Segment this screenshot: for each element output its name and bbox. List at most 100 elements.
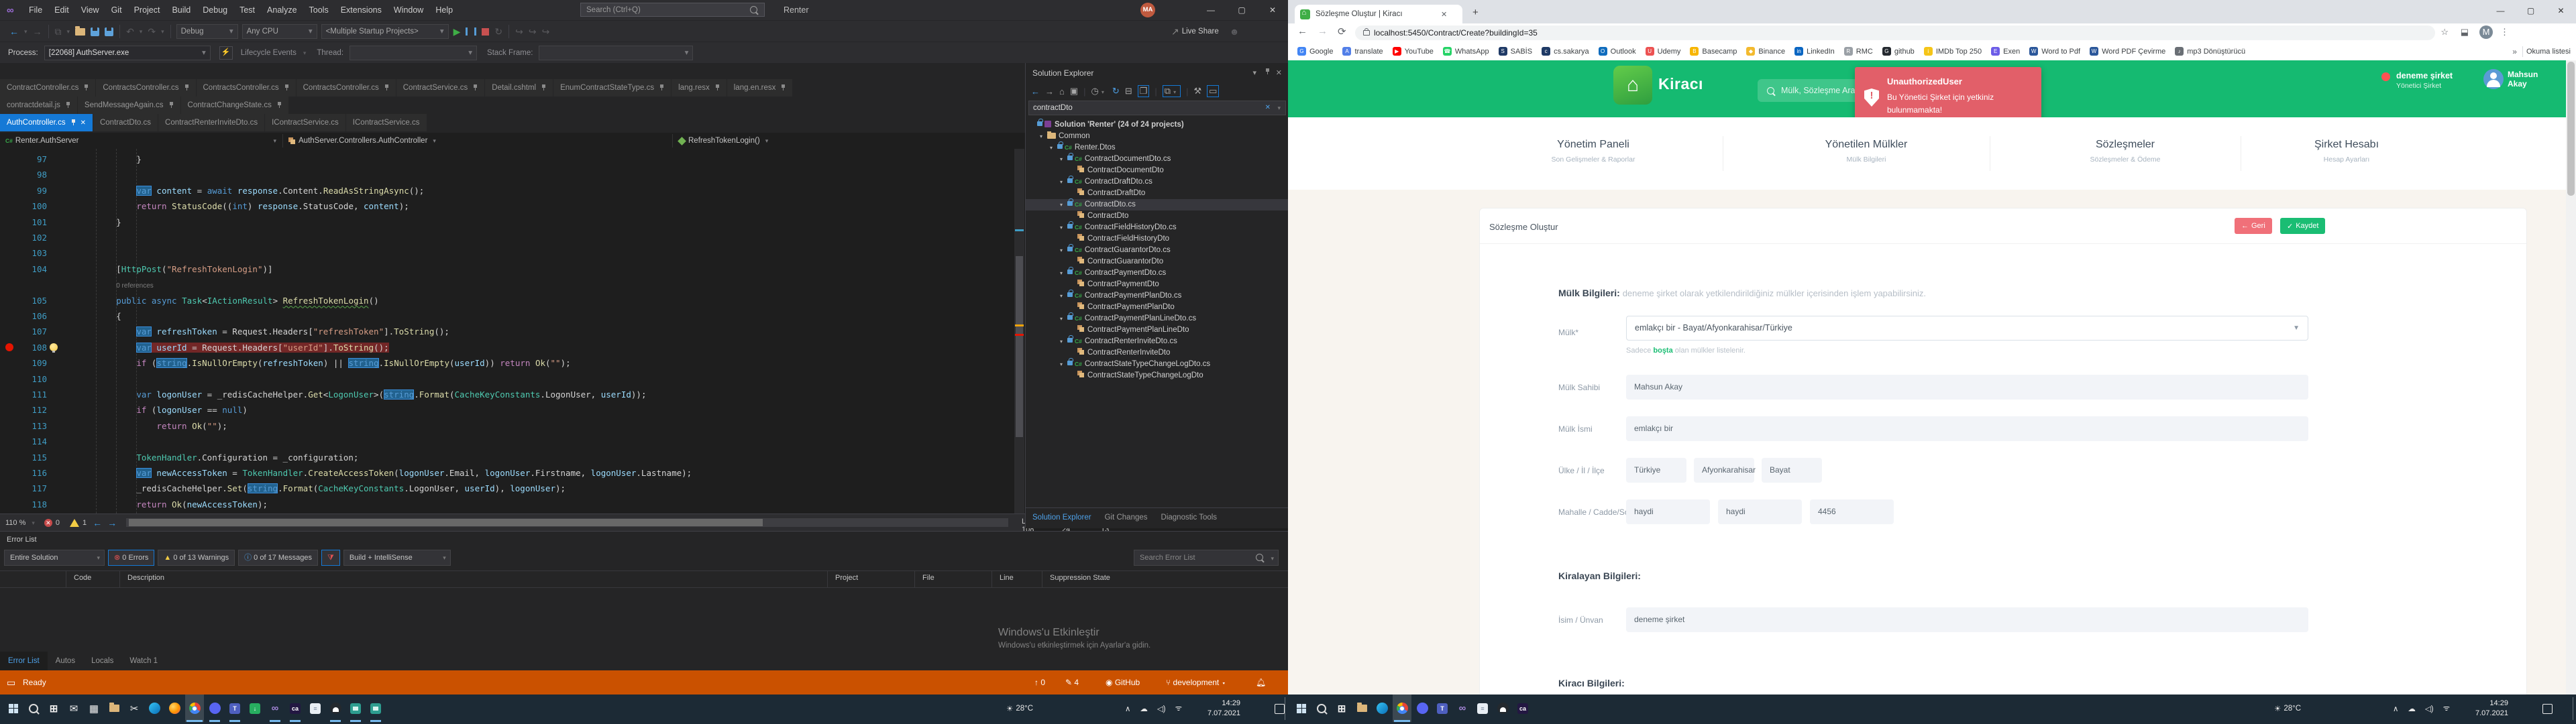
taskbar-snip-icon[interactable]: ✂ [125,695,144,722]
lifecycle-events-icon[interactable]: ⚡ [219,46,233,60]
breadcrumb-type[interactable]: AuthServer.Controllers.AuthController ▾ [288,133,436,149]
field-input-İsim / Ünvan[interactable]: deneme şirket [1626,607,2308,632]
column-header-Line[interactable]: Line [1000,574,1014,582]
pin-icon[interactable] [276,102,282,109]
tree-item-ContractGuarantorDto[interactable]: ContractGuarantorDto [1026,256,1289,267]
tree-item-ContractFieldHistoryDto.cs[interactable]: ▾C#ContractFieldHistoryDto.cs [1026,222,1289,233]
tree-item-ContractPaymentPlanLineDto[interactable]: ContractPaymentPlanLineDto [1026,324,1289,336]
se-home-icon[interactable]: ⌂ [1059,86,1065,97]
reload-icon[interactable]: ⟳ [1338,25,1346,38]
maximize-icon[interactable]: ▢ [2516,0,2546,21]
code-line-115[interactable]: 115 TokenHandler.Configuration = _config… [0,450,1025,465]
navigate-back-icon[interactable]: ← [9,26,19,37]
notifications-bell-icon[interactable]: 🔔︎ [1256,670,1266,695]
lightbulb-icon[interactable] [50,343,58,351]
field-input-Mülk Sahibi[interactable]: Mahsun Akay [1626,375,2308,400]
address-bar[interactable]: localhost:5450/Contract/Create?buildingI… [1355,25,2435,40]
document-tab-ContractDto.cs[interactable]: ContractDto.cs [93,114,158,131]
code-line-113[interactable]: 113 return Ok(""); [0,418,1025,434]
menu-test[interactable]: Test [233,0,261,20]
solution-search-input[interactable]: contractDto ✕ ▾ [1028,101,1286,115]
thread-dropdown[interactable]: ▾ [350,46,477,60]
chrome-menu-kebab-icon[interactable]: ⋮ [2500,27,2509,38]
system-tray[interactable]: ∧☁◁)ᯤ [1120,695,1187,722]
tree-item-ContractRenterInviteDto[interactable]: ContractRenterInviteDto [1026,347,1289,359]
browser-tab[interactable]: Sözleşme Oluştur | Kiracı ✕ [1295,5,1462,23]
warnings-filter-button[interactable]: ▲ 0 of 13 Warnings [158,550,235,566]
menu-file[interactable]: File [23,0,48,20]
se-refresh-icon[interactable]: ↻ [1112,86,1120,97]
taskbar-search-icon[interactable] [24,695,43,722]
tree-item-ContractPaymentDto.cs[interactable]: ▾C#ContractPaymentDto.cs [1026,267,1289,279]
code-line-codelens[interactable]: 0 references [0,277,1025,292]
menu-extensions[interactable]: Extensions [335,0,388,20]
code-line-100[interactable]: 100 return StatusCode((int) response.Sta… [0,198,1025,214]
se-sync-active-doc-icon[interactable]: ⧉▾ [1163,85,1181,97]
taskbar-chrome-icon[interactable] [185,695,204,722]
pin-icon[interactable] [284,84,289,91]
se-show-all-files-icon[interactable]: ❐ [1138,85,1150,97]
step-into-icon[interactable]: ↪ [515,26,523,38]
minimize-icon[interactable]: — [1195,0,1226,20]
git-branch-button[interactable]: ⑂ development ▾ [1166,670,1226,695]
code-line-99[interactable]: 99 var content = await response.Content.… [0,183,1025,198]
undo-icon[interactable]: ↶ [126,26,134,38]
document-tab-IContractService.cs[interactable]: IContractService.cs [346,114,427,131]
system-tray[interactable]: ∧☁◁)ᯤ [2388,695,2455,722]
bookmark-WhatsApp[interactable]: ☎WhatsApp [1443,47,1489,56]
document-tab-ContractService.cs[interactable]: ContractService.cs [396,79,485,97]
extensions-puzzle-icon[interactable]: ⬓ [2461,27,2469,38]
profile-avatar[interactable]: M [2479,25,2493,39]
editor-horizontal-scrollbar[interactable] [126,518,1008,527]
document-tab-SendMessageAgain.cs[interactable]: SendMessageAgain.cs [78,97,180,114]
column-header-File[interactable]: File [922,574,934,582]
tree-item-ContractDraftDto[interactable]: ContractDraftDto [1026,188,1289,199]
field-input-Mahalle / Cadde/Sokak / No-1[interactable]: haydi [1718,499,1802,524]
menu-analyze[interactable]: Analyze [261,0,303,20]
panel-dropdown-icon[interactable]: ▾ [1252,68,1256,77]
save-button[interactable]: ✓ Kaydet [2280,218,2325,234]
bookmark-Outlook[interactable]: OOutlook [1599,47,1636,56]
document-tab-lang.resx[interactable]: lang.resx [672,79,727,97]
bookmark-Exen[interactable]: EExen [1991,47,2020,56]
git-outgoing-count[interactable]: ↑ 0 [1034,670,1045,695]
tree-item-ContractPaymentPlanLineDto.cs[interactable]: ▾C#ContractPaymentPlanLineDto.cs [1026,313,1289,324]
field-input-Ülke / İl / İlçe-0[interactable]: Türkiye [1626,458,1686,483]
bookmark-LinkedIn[interactable]: inLinkedIn [1794,47,1835,56]
taskbar-visual-studio-icon[interactable]: ∞ [266,695,284,722]
taskbar-visual-studio-icon[interactable]: ∞ [1453,695,1472,722]
document-tab-lang.en.resx[interactable]: lang.en.resx [727,79,793,97]
document-tab-ContractsController.cs[interactable]: ContractsController.cs [297,79,396,97]
panel-close-icon[interactable]: ✕ [1276,68,1282,77]
panel-tab-Error List[interactable]: Error List [0,652,48,670]
start-debug-icon[interactable]: ▶ [453,26,461,38]
lifecycle-events-label[interactable]: Lifecycle Events [241,49,297,57]
tree-item-ContractDocumentDto.cs[interactable]: ▾C#ContractDocumentDto.cs [1026,154,1289,165]
editor-zoom-level[interactable]: 110 % [5,519,25,527]
open-folder-icon[interactable] [75,28,85,36]
se-pending-changes-icon[interactable]: ◷▾ [1091,86,1107,97]
tab-close-icon[interactable]: ✕ [1441,10,1447,19]
lifecycle-dropdown-icon[interactable]: ▾ [303,50,307,57]
solution-configuration-dropdown[interactable]: Debug▾ [176,24,238,39]
messages-filter-button[interactable]: ⓘ 0 of 17 Messages [238,550,318,566]
back-icon[interactable]: ← [1297,25,1307,37]
se-properties-icon[interactable]: ⚒ [1193,86,1201,97]
minimize-icon[interactable]: — [2485,0,2516,21]
restart-icon[interactable]: ↻ [494,26,502,38]
tree-item-ContractStateTypeChangeLogDto.cs[interactable]: ▾C#ContractStateTypeChangeLogDto.cs [1026,359,1289,370]
bookmark-star-icon[interactable]: ☆ [2440,27,2449,38]
tree-item-Solution 'Renter' (24 of 24 projects)[interactable]: Solution 'Renter' (24 of 24 projects) [1026,119,1289,131]
property-select[interactable]: emlakçı bir - Bayat/Afyonkarahisar/Türki… [1626,316,2308,341]
save-icon[interactable] [91,27,99,36]
taskbar-file-explorer-icon[interactable] [1352,695,1371,722]
warning-count-icon[interactable] [70,519,79,527]
code-line-110[interactable]: 110 [0,371,1025,387]
code-line-111[interactable]: 111 var logonUser = _redisCacheHelper.Ge… [0,387,1025,402]
column-header-Project[interactable]: Project [835,574,858,582]
secure-lock-icon[interactable] [1363,30,1370,36]
new-dropdown-icon[interactable]: ▾ [67,28,70,36]
breadcrumb-member[interactable]: RefreshTokenLogin() ▾ [679,133,768,149]
taskbar-app-teal-1-icon[interactable] [346,695,365,722]
taskbar-camtasia-icon[interactable]: ca [286,695,305,722]
